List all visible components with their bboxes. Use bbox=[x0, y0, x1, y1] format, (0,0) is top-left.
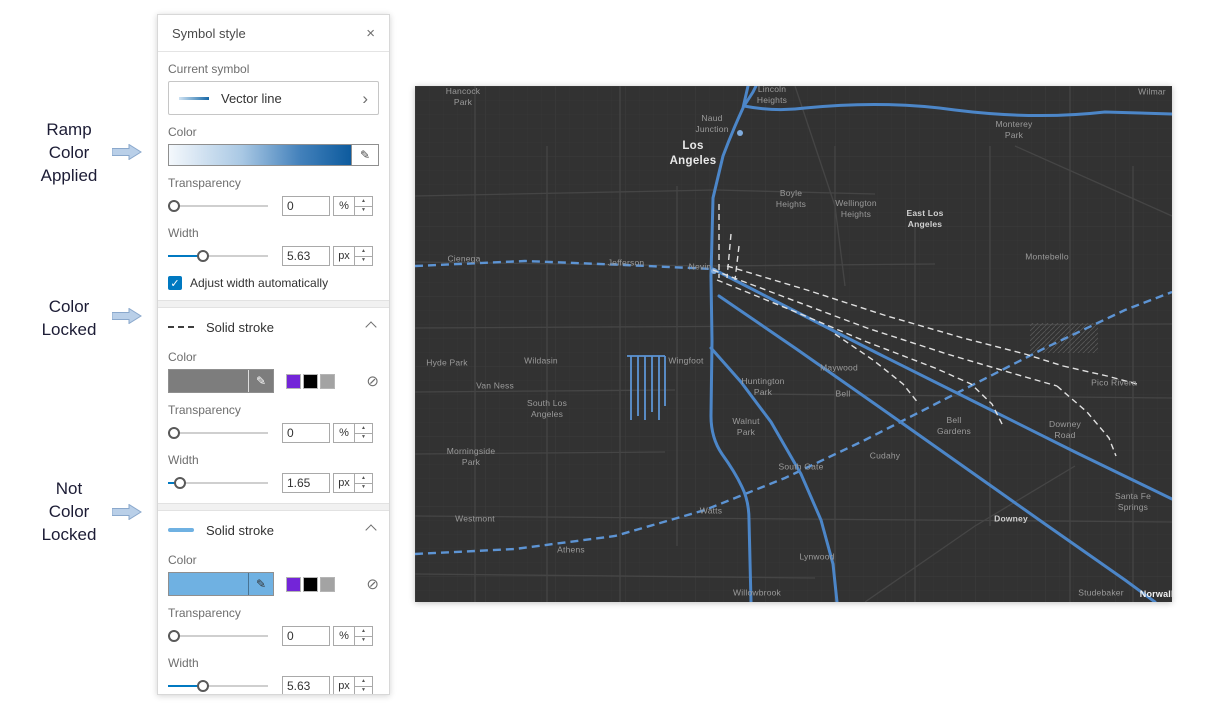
stroke1-title: Solid stroke bbox=[206, 319, 274, 335]
stroke2-transparency-label: Transparency bbox=[168, 606, 241, 620]
recent-color-purple[interactable] bbox=[286, 576, 301, 592]
stroke1-width-slider[interactable] bbox=[168, 476, 268, 490]
panel-header: Symbol style × bbox=[158, 15, 389, 52]
vector-line-preview-icon bbox=[179, 96, 209, 100]
ramp-width-input[interactable] bbox=[282, 246, 330, 266]
section-divider bbox=[158, 503, 389, 511]
stepper-up-icon[interactable]: ▲ bbox=[355, 474, 372, 484]
recent-color-black[interactable] bbox=[303, 576, 318, 592]
stroke1-transparency-stepper: ▲ ▼ bbox=[354, 424, 372, 442]
stroke2-title: Solid stroke bbox=[206, 522, 274, 538]
annotation-not-color-locked: Not Color Locked bbox=[41, 479, 97, 544]
arrow-right-icon bbox=[112, 144, 142, 160]
adjust-width-checkbox[interactable]: ✓ bbox=[168, 276, 182, 290]
stepper-up-icon[interactable]: ▲ bbox=[355, 424, 372, 434]
map-canvas bbox=[415, 86, 1172, 602]
stepper-up-icon[interactable]: ▲ bbox=[355, 197, 372, 207]
recent-color-gray[interactable] bbox=[320, 576, 335, 592]
stepper-up-icon[interactable]: ▲ bbox=[355, 247, 372, 257]
stepper-down-icon[interactable]: ▼ bbox=[355, 207, 372, 216]
stroke2-transparency-input[interactable] bbox=[282, 626, 330, 646]
color-ramp-control[interactable]: ✎ bbox=[168, 144, 379, 166]
ramp-width-stepper: ▲ ▼ bbox=[354, 247, 372, 265]
stroke2-section-header[interactable]: Solid stroke bbox=[168, 517, 379, 543]
stroke1-width-input[interactable] bbox=[282, 473, 330, 493]
stepper-down-icon[interactable]: ▼ bbox=[355, 637, 372, 646]
ramp-transparency-slider[interactable] bbox=[168, 199, 268, 213]
arrow-right-icon bbox=[112, 308, 142, 324]
annotation-color-locked: Color Locked bbox=[41, 297, 97, 339]
stroke1-transparency-label: Transparency bbox=[168, 403, 241, 417]
percent-unit: % bbox=[339, 427, 349, 439]
panel-title: Symbol style bbox=[172, 25, 246, 41]
chevron-up-icon[interactable] bbox=[365, 321, 377, 333]
px-unit: px bbox=[338, 250, 350, 262]
stroke1-width-stepper: ▲ ▼ bbox=[354, 474, 372, 492]
recent-colors bbox=[286, 576, 335, 592]
no-color-icon[interactable]: ⊘ bbox=[366, 374, 379, 389]
ramp-width-slider[interactable] bbox=[168, 249, 268, 263]
stepper-up-icon[interactable]: ▲ bbox=[355, 677, 372, 687]
stroke2-transparency-slider[interactable] bbox=[168, 629, 268, 643]
arrow-right-icon bbox=[112, 504, 142, 520]
stroke1-section-header[interactable]: Solid stroke bbox=[168, 314, 379, 340]
recent-color-black[interactable] bbox=[303, 373, 318, 389]
screenshot-canvas: Ramp Color Applied Color Locked Not Colo… bbox=[0, 0, 1216, 710]
stroke2-color-swatch[interactable]: ✎ bbox=[168, 572, 274, 596]
symbol-style-panel: Symbol style × Current symbol Vector lin… bbox=[157, 14, 390, 695]
stepper-down-icon[interactable]: ▼ bbox=[355, 687, 372, 695]
stepper-down-icon[interactable]: ▼ bbox=[355, 257, 372, 266]
percent-unit: % bbox=[339, 200, 349, 212]
stroke2-width-slider[interactable] bbox=[168, 679, 268, 693]
stepper-down-icon[interactable]: ▼ bbox=[355, 484, 372, 493]
ramp-transparency-label: Transparency bbox=[168, 176, 241, 190]
stepper-up-icon[interactable]: ▲ bbox=[355, 627, 372, 637]
stroke1-transparency-input[interactable] bbox=[282, 423, 330, 443]
chevron-right-icon: › bbox=[362, 88, 368, 108]
ramp-transparency-stepper: ▲ ▼ bbox=[354, 197, 372, 215]
edit-pencil-icon[interactable]: ✎ bbox=[248, 573, 273, 595]
color-ramp-gradient[interactable] bbox=[169, 145, 351, 165]
px-unit: px bbox=[338, 680, 350, 692]
stroke1-color-swatch[interactable]: ✎ bbox=[168, 369, 274, 393]
chevron-up-icon[interactable] bbox=[365, 524, 377, 536]
recent-color-purple[interactable] bbox=[286, 373, 301, 389]
ramp-transparency-input[interactable] bbox=[282, 196, 330, 216]
current-symbol-name: Vector line bbox=[221, 90, 282, 106]
map-view[interactable]: Hancock Park Lincoln Heights Wilmar Naud Ju… bbox=[415, 86, 1172, 602]
stroke1-transparency-slider[interactable] bbox=[168, 426, 268, 440]
stroke2-width-stepper: ▲ ▼ bbox=[354, 677, 372, 695]
stroke2-width-label: Width bbox=[168, 656, 199, 670]
ramp-width-label: Width bbox=[168, 226, 199, 240]
edit-pencil-icon[interactable]: ✎ bbox=[248, 370, 273, 392]
stroke1-color-label: Color bbox=[168, 350, 197, 364]
recent-colors bbox=[286, 373, 335, 389]
recent-color-gray[interactable] bbox=[320, 373, 335, 389]
edit-pencil-icon[interactable]: ✎ bbox=[351, 145, 378, 165]
stroke1-width-label: Width bbox=[168, 453, 199, 467]
annotation-ramp-color-applied: Ramp Color Applied bbox=[40, 120, 98, 185]
solid-line-preview-icon bbox=[168, 528, 194, 532]
percent-unit: % bbox=[339, 630, 349, 642]
stroke2-transparency-stepper: ▲ ▼ bbox=[354, 627, 372, 645]
current-symbol-label: Current symbol bbox=[168, 62, 250, 76]
px-unit: px bbox=[338, 477, 350, 489]
adjust-width-label: Adjust width automatically bbox=[190, 276, 329, 290]
no-color-icon[interactable]: ⊘ bbox=[366, 577, 379, 592]
stepper-down-icon[interactable]: ▼ bbox=[355, 434, 372, 443]
ramp-color-label: Color bbox=[168, 125, 197, 139]
stroke2-color-label: Color bbox=[168, 553, 197, 567]
adjust-width-row: ✓ Adjust width automatically bbox=[168, 276, 379, 290]
close-icon[interactable]: × bbox=[366, 25, 375, 42]
stroke2-width-input[interactable] bbox=[282, 676, 330, 694]
dashed-line-preview-icon bbox=[168, 326, 194, 328]
section-divider bbox=[158, 300, 389, 308]
current-symbol-button[interactable]: Vector line › bbox=[168, 81, 379, 115]
